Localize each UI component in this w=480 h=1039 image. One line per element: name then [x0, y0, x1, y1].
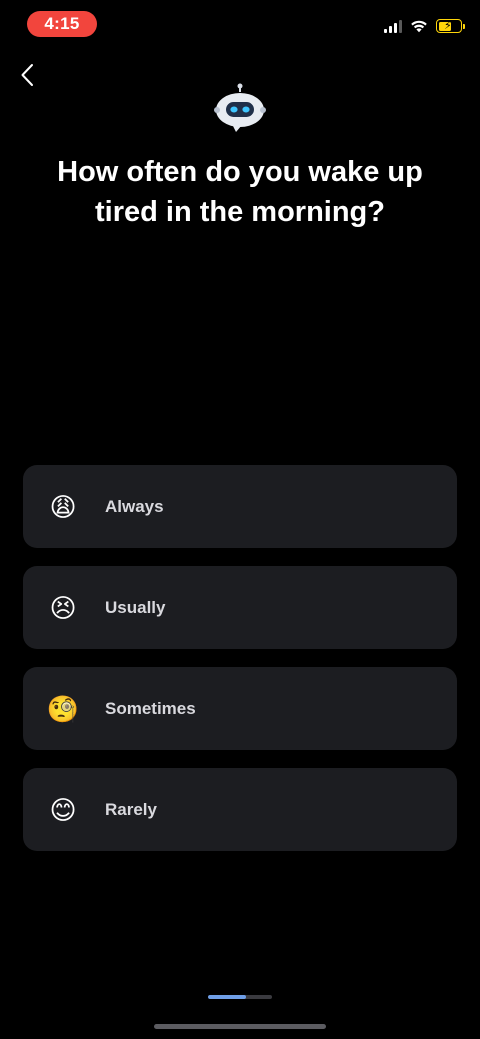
monocle-face-icon: 🧐	[46, 693, 80, 724]
chevron-left-icon	[21, 64, 33, 86]
option-rarely[interactable]: 😊 Rarely	[23, 768, 457, 851]
option-label: Rarely	[105, 799, 157, 819]
persevering-face-icon: 😣	[49, 592, 77, 623]
question-title: How often do you wake up tired in the mo…	[57, 156, 423, 228]
home-indicator[interactable]	[154, 1024, 326, 1029]
answer-options: 😩 Always 😣 Usually 🧐 Sometimes 😊 Rarely	[23, 465, 457, 869]
option-label: Usually	[105, 597, 166, 617]
weary-face-icon: 😩	[49, 491, 77, 522]
wifi-icon	[411, 20, 427, 33]
status-time-text: 4:15	[44, 14, 80, 33]
option-always[interactable]: 😩 Always	[23, 465, 457, 548]
status-icons: ⚡	[384, 17, 465, 35]
option-sometimes[interactable]: 🧐 Sometimes	[23, 667, 457, 750]
progress-fill	[208, 995, 247, 999]
status-time: 4:15	[27, 11, 97, 37]
cellular-signal-icon	[384, 19, 402, 33]
robot-chat-icon	[214, 83, 266, 132]
battery-charging-icon: ⚡	[436, 19, 465, 33]
back-button[interactable]	[16, 60, 38, 90]
smiling-face-icon: 😊	[49, 794, 77, 825]
option-label: Sometimes	[105, 698, 196, 718]
quiz-screen: 4:15 ⚡ How often do you wake up tired in…	[0, 0, 480, 1039]
progress-bar	[208, 995, 272, 999]
option-usually[interactable]: 😣 Usually	[23, 566, 457, 649]
option-label: Always	[105, 496, 164, 516]
